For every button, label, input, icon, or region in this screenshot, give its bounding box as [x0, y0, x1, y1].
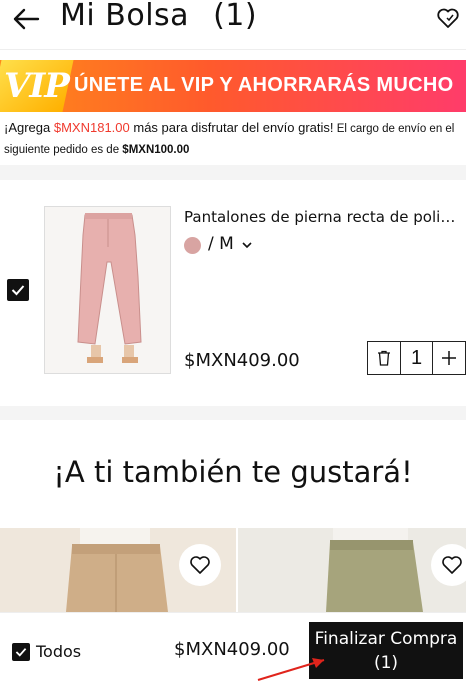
trash-icon: [377, 350, 390, 366]
pointer-arrow-annotation: [257, 658, 325, 681]
section-divider: [0, 165, 466, 180]
chevron-down-icon[interactable]: [242, 240, 252, 252]
recommendations-title: ¡A ti también te gustará!: [53, 455, 413, 489]
quantity-value[interactable]: 1: [399, 342, 433, 374]
variant-selector[interactable]: / M: [208, 234, 234, 254]
checkout-label: Finalizar Compra: [314, 629, 458, 649]
shipping-middle: más para disfrutar del envío gratis!: [129, 120, 334, 135]
vip-logo: VIP: [4, 66, 70, 106]
color-swatch: [184, 237, 201, 254]
heart-icon: [437, 8, 459, 28]
item-price: $MXN409.00: [184, 350, 300, 371]
heart-icon: [442, 556, 462, 574]
recommended-product[interactable]: [0, 528, 236, 612]
select-all-label[interactable]: Todos: [36, 642, 81, 661]
recommended-product[interactable]: [238, 528, 466, 612]
plus-icon: [442, 351, 457, 365]
increment-button[interactable]: [432, 342, 465, 374]
product-name[interactable]: Pantalones de pierna recta de poliést...: [184, 208, 462, 226]
shipping-amount-needed: $MXN181.00: [53, 120, 130, 135]
back-button[interactable]: [12, 4, 46, 34]
product-image[interactable]: [44, 206, 171, 374]
cart-item: Pantalones de pierna recta de poliést...…: [0, 180, 466, 406]
vip-message: ÚNETE AL VIP Y AHORRARÁS MUCHO: [74, 74, 454, 96]
select-all-checkbox[interactable]: [12, 643, 30, 661]
pink-trousers-image: [45, 207, 170, 373]
page-title-text: Mi Bolsa: [60, 0, 190, 33]
section-divider: [0, 406, 466, 420]
checkout-bar: Todos $MXN409.00 Finalizar Compra (1): [0, 612, 466, 683]
arrow-left-icon: [13, 8, 40, 30]
shipping-charge-amount: $MXN100.00: [122, 144, 190, 156]
delete-button[interactable]: [368, 342, 400, 374]
item-checkbox[interactable]: [7, 279, 29, 301]
vip-banner[interactable]: VIP ÚNETE AL VIP Y AHORRARÁS MUCHO: [0, 60, 466, 112]
add-to-wishlist-button[interactable]: [179, 544, 221, 586]
checkmark-icon: [15, 648, 27, 657]
quantity-stepper: 1: [367, 341, 466, 375]
add-to-wishlist-button[interactable]: [431, 544, 466, 586]
page-title: Mi Bolsa (1): [60, 0, 257, 33]
wishlist-button[interactable]: [436, 6, 462, 32]
checkmark-icon: [11, 285, 25, 296]
header: Mi Bolsa (1): [0, 0, 466, 50]
free-shipping-note: ¡Agrega $MXN181.00 más para disfrutar de…: [4, 118, 464, 160]
bag-count: (1): [213, 0, 258, 33]
heart-icon: [190, 556, 210, 574]
shipping-prefix: ¡Agrega: [4, 120, 54, 135]
